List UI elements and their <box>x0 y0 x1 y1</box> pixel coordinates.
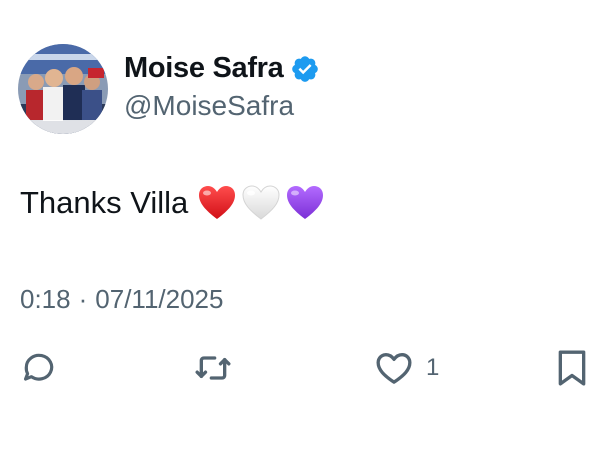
avatar[interactable] <box>18 44 108 134</box>
author-name-row[interactable]: Moise Safra <box>124 52 320 85</box>
purple-heart-emoji <box>287 186 324 219</box>
heart-icon <box>376 353 412 384</box>
emoji-group <box>197 184 325 222</box>
verified-badge-icon <box>291 55 318 82</box>
white-heart-emoji <box>242 185 280 220</box>
retweet-button[interactable] <box>193 348 233 388</box>
handle[interactable]: @MoiseSafra <box>124 90 294 122</box>
like-count: 1 <box>426 354 440 381</box>
reply-button[interactable] <box>20 348 58 388</box>
timestamp-separator: · <box>78 284 88 314</box>
red-heart-emoji <box>199 186 236 219</box>
tweet-time: 0:18 <box>20 284 71 314</box>
like-button[interactable]: 1 <box>374 348 439 388</box>
tweet-date: 07/11/2025 <box>95 284 224 314</box>
bookmark-icon <box>558 350 586 386</box>
tweet-text: Thanks Villa <box>20 184 325 222</box>
tweet-card: Moise Safra @MoiseSafra Thanks Villa 0:1… <box>0 0 600 450</box>
timestamp[interactable]: 0:18 · 07/11/2025 <box>20 284 223 315</box>
tweet-text-body: Thanks Villa <box>20 185 189 220</box>
display-name[interactable]: Moise Safra <box>124 52 284 85</box>
reply-icon <box>23 353 54 381</box>
retweet-icon <box>195 356 231 380</box>
bookmark-button[interactable] <box>555 348 589 388</box>
